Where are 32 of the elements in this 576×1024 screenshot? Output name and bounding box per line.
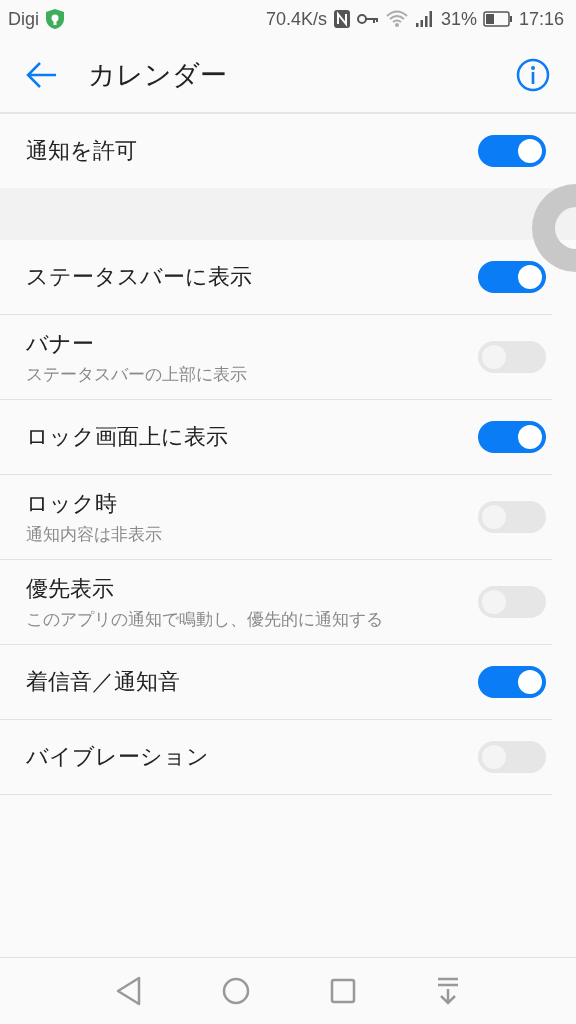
setting-label: 優先表示 bbox=[26, 575, 115, 604]
network-speed: 70.4K/s bbox=[265, 8, 327, 30]
setting-label: バナー bbox=[26, 330, 95, 358]
setting-description: ステータスバーの上部に表示 bbox=[26, 363, 248, 386]
toggle-switch[interactable] bbox=[478, 261, 546, 293]
toggle-switch[interactable] bbox=[478, 135, 546, 167]
toggle-switch[interactable] bbox=[478, 421, 546, 454]
key-icon bbox=[356, 13, 379, 25]
toggle-switch[interactable] bbox=[478, 666, 546, 699]
setting-description: このアプリの通知で鳴動し、優先的に通知する bbox=[26, 608, 384, 631]
page-title: カレンダー bbox=[88, 58, 228, 92]
setting-label: ステータスバーに表示 bbox=[26, 263, 253, 291]
notification-pulldown-icon[interactable] bbox=[436, 977, 460, 1005]
clock: 17:16 bbox=[518, 8, 564, 30]
shield-icon bbox=[45, 8, 65, 30]
setting-label: ロック画面上に表示 bbox=[26, 423, 229, 452]
wifi-icon bbox=[384, 9, 409, 29]
info-icon[interactable] bbox=[516, 58, 550, 92]
back-icon[interactable] bbox=[116, 976, 142, 1006]
back-arrow-icon[interactable] bbox=[26, 61, 58, 89]
signal-icon bbox=[414, 10, 435, 28]
setting-description: 通知内容は非表示 bbox=[26, 523, 163, 546]
nfc-icon bbox=[332, 9, 351, 29]
recents-icon[interactable] bbox=[330, 978, 356, 1004]
battery-percent: 31% bbox=[440, 8, 477, 30]
home-icon[interactable] bbox=[222, 977, 250, 1005]
setting-label: 通知を許可 bbox=[26, 137, 138, 165]
setting-label: バイブレーション bbox=[26, 743, 210, 772]
setting-label: 着信音／通知音 bbox=[26, 668, 181, 697]
setting-label: ロック時 bbox=[26, 490, 118, 519]
battery-icon bbox=[482, 11, 513, 27]
carrier-name: Digi bbox=[8, 8, 39, 30]
